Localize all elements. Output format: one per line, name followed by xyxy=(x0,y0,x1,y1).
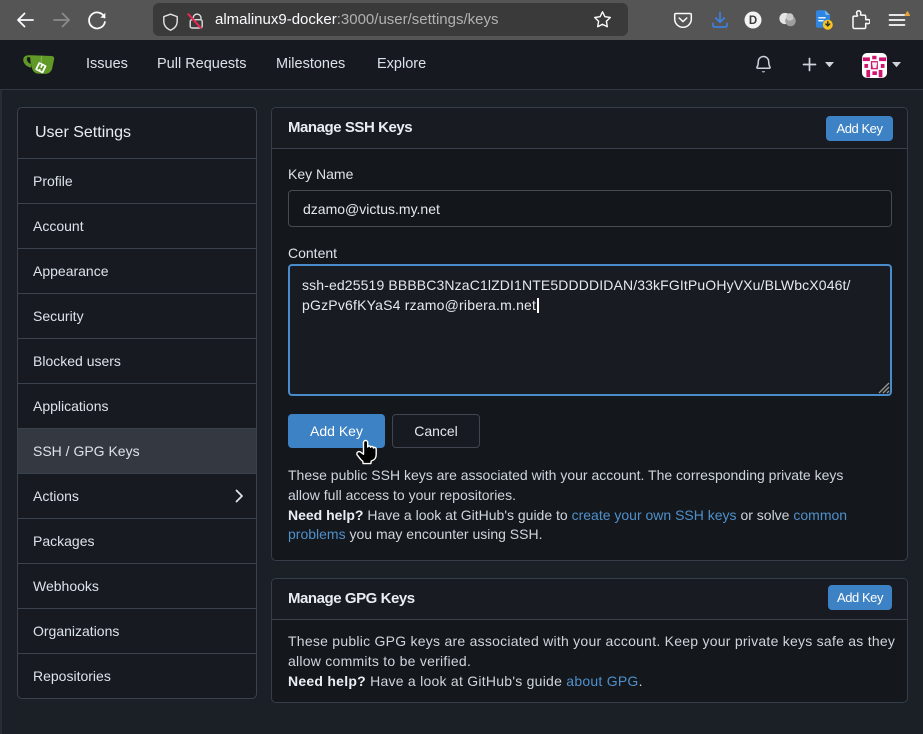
svg-text:D: D xyxy=(749,15,757,27)
